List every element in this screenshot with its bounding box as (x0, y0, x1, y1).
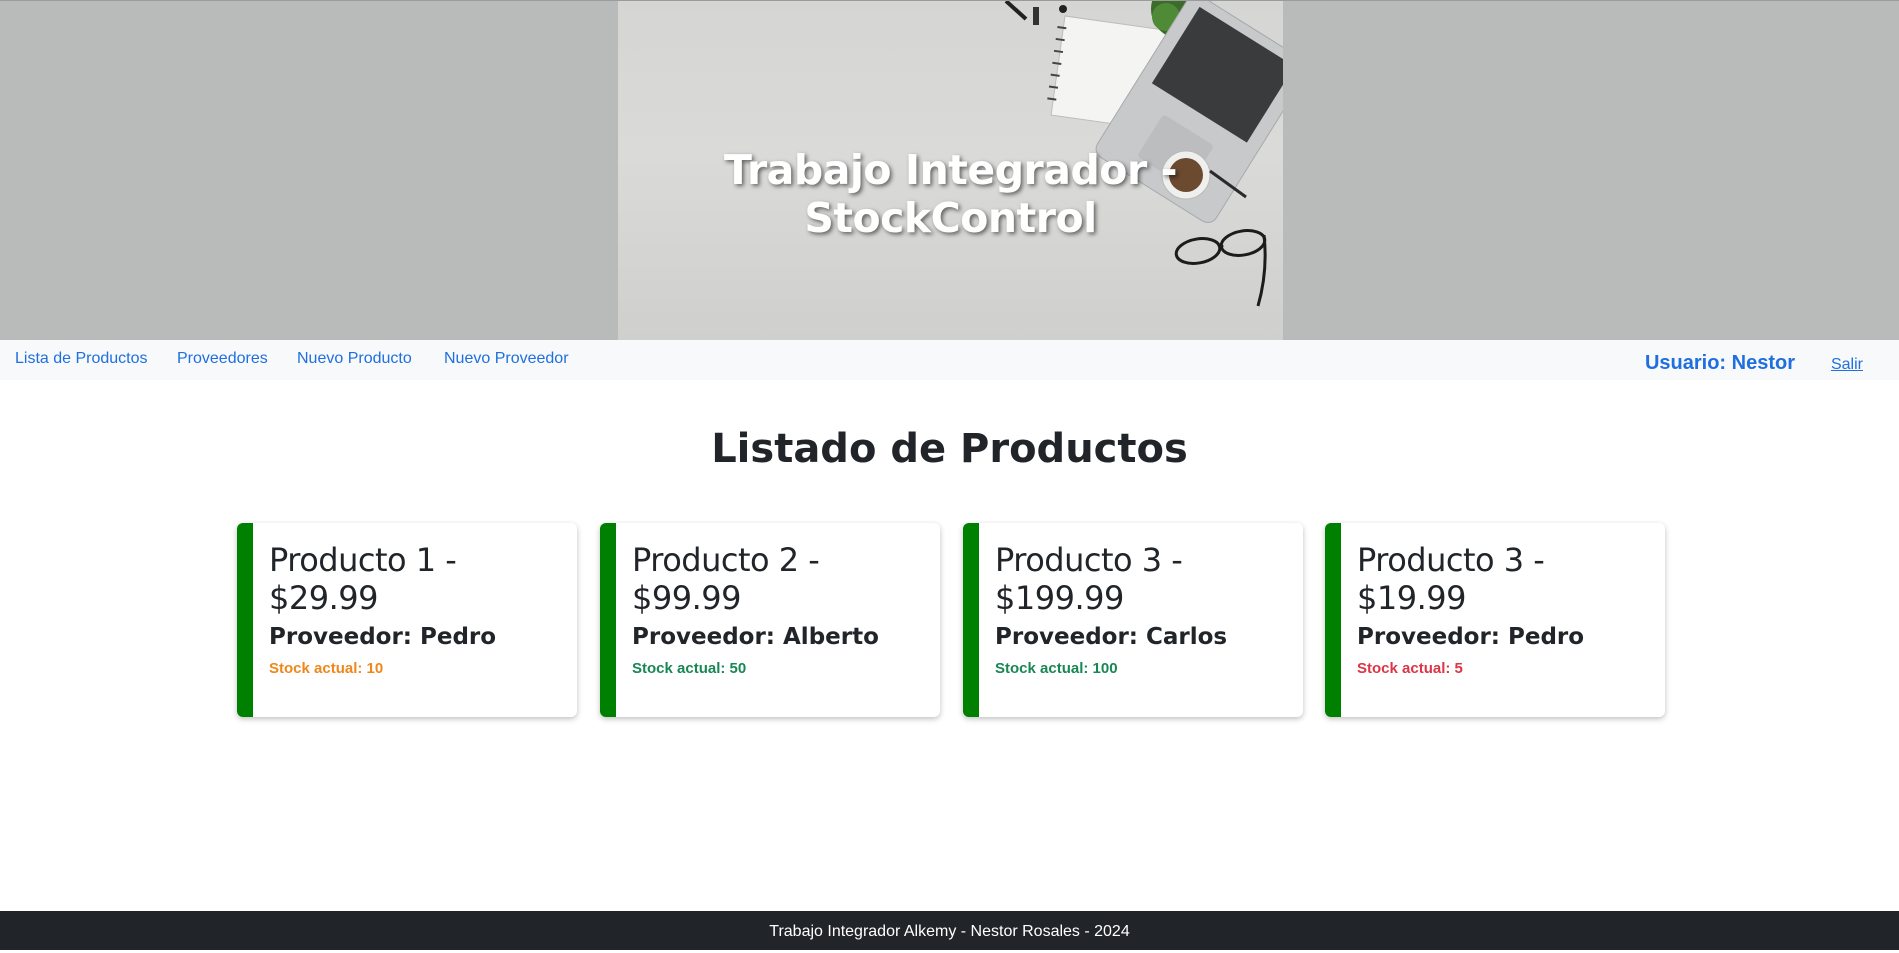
product-provider: Proveedor: Pedro (269, 624, 497, 650)
footer: Trabajo Integrador Alkemy - Nestor Rosal… (0, 911, 1899, 950)
nav-link-nuevo-proveedor[interactable]: Nuevo Proveedor (444, 350, 569, 368)
logout-link[interactable]: Salir (1831, 356, 1863, 374)
product-card: Producto 3 - $199.99 Proveedor: Carlos S… (963, 523, 1303, 717)
footer-text: Trabajo Integrador Alkemy - Nestor Rosal… (769, 923, 1130, 940)
product-card: Producto 1 - $29.99 Proveedor: Pedro Sto… (237, 523, 577, 717)
page-title: Listado de Productos (711, 426, 1188, 472)
user-label: Usuario: Nestor (1644, 352, 1795, 374)
nav-link-lista-productos[interactable]: Lista de Productos (15, 350, 148, 368)
product-stock: Stock actual: 10 (269, 660, 384, 677)
product-title: Producto 2 - $99.99 (632, 541, 820, 617)
product-stock: Stock actual: 100 (995, 660, 1118, 677)
product-provider: Proveedor: Pedro (1357, 624, 1585, 650)
nav-link-proveedores[interactable]: Proveedores (177, 350, 268, 368)
hero-banner: Trabajo Integrador - StockControl (0, 0, 1899, 341)
product-title: Producto 1 - $29.99 (269, 541, 457, 617)
hero-title: Trabajo Integrador - StockControl (724, 146, 1177, 242)
product-provider: Proveedor: Carlos (995, 624, 1228, 650)
product-title: Producto 3 - $199.99 (995, 541, 1183, 617)
product-provider: Proveedor: Alberto (632, 624, 879, 650)
product-card: Producto 3 - $19.99 Proveedor: Pedro Sto… (1325, 523, 1665, 717)
product-card: Producto 2 - $99.99 Proveedor: Alberto S… (600, 523, 940, 717)
navbar: Lista de Productos Proveedores Nuevo Pro… (0, 340, 1899, 380)
nav-link-nuevo-producto[interactable]: Nuevo Producto (297, 350, 412, 368)
product-stock: Stock actual: 5 (1357, 660, 1463, 677)
product-title: Producto 3 - $19.99 (1357, 541, 1545, 617)
product-stock: Stock actual: 50 (632, 660, 747, 677)
